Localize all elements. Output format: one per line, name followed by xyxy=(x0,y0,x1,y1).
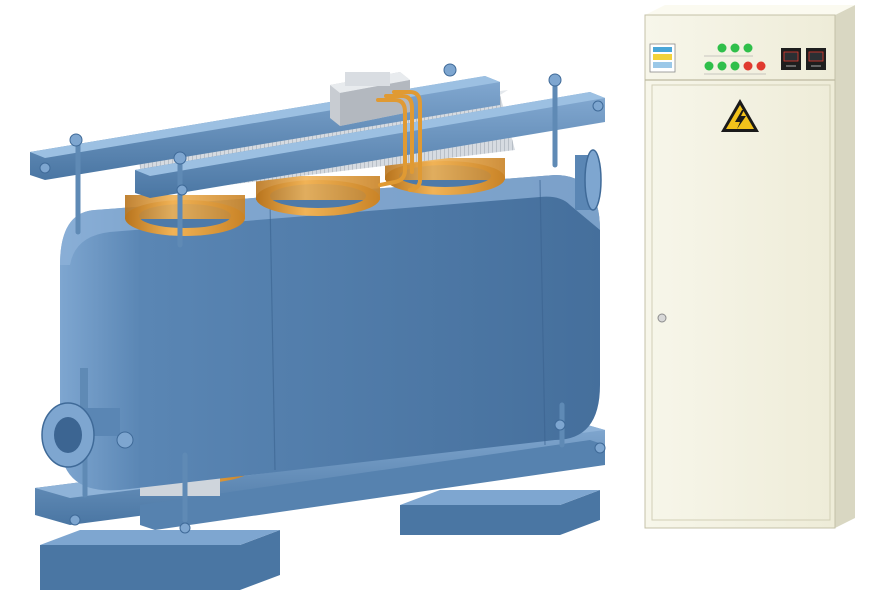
equipment-illustration xyxy=(30,5,855,590)
digital-meter-icon xyxy=(781,48,801,70)
indicator-light xyxy=(730,43,740,53)
door-handle[interactable] xyxy=(657,313,667,323)
indicator-light xyxy=(756,61,766,71)
indicator-light xyxy=(743,43,753,53)
indicator-light xyxy=(717,61,727,71)
control-cabinet xyxy=(644,5,855,529)
digital-meter-icon xyxy=(806,48,826,70)
indicator-light xyxy=(743,61,753,71)
scene xyxy=(0,0,888,600)
indicator-light xyxy=(704,61,714,71)
right-pipe-flange xyxy=(575,149,602,211)
transformer-unit xyxy=(30,63,606,590)
indicator-light xyxy=(717,43,727,53)
indicator-light xyxy=(730,61,740,71)
cabinet-nameplate xyxy=(649,43,676,73)
